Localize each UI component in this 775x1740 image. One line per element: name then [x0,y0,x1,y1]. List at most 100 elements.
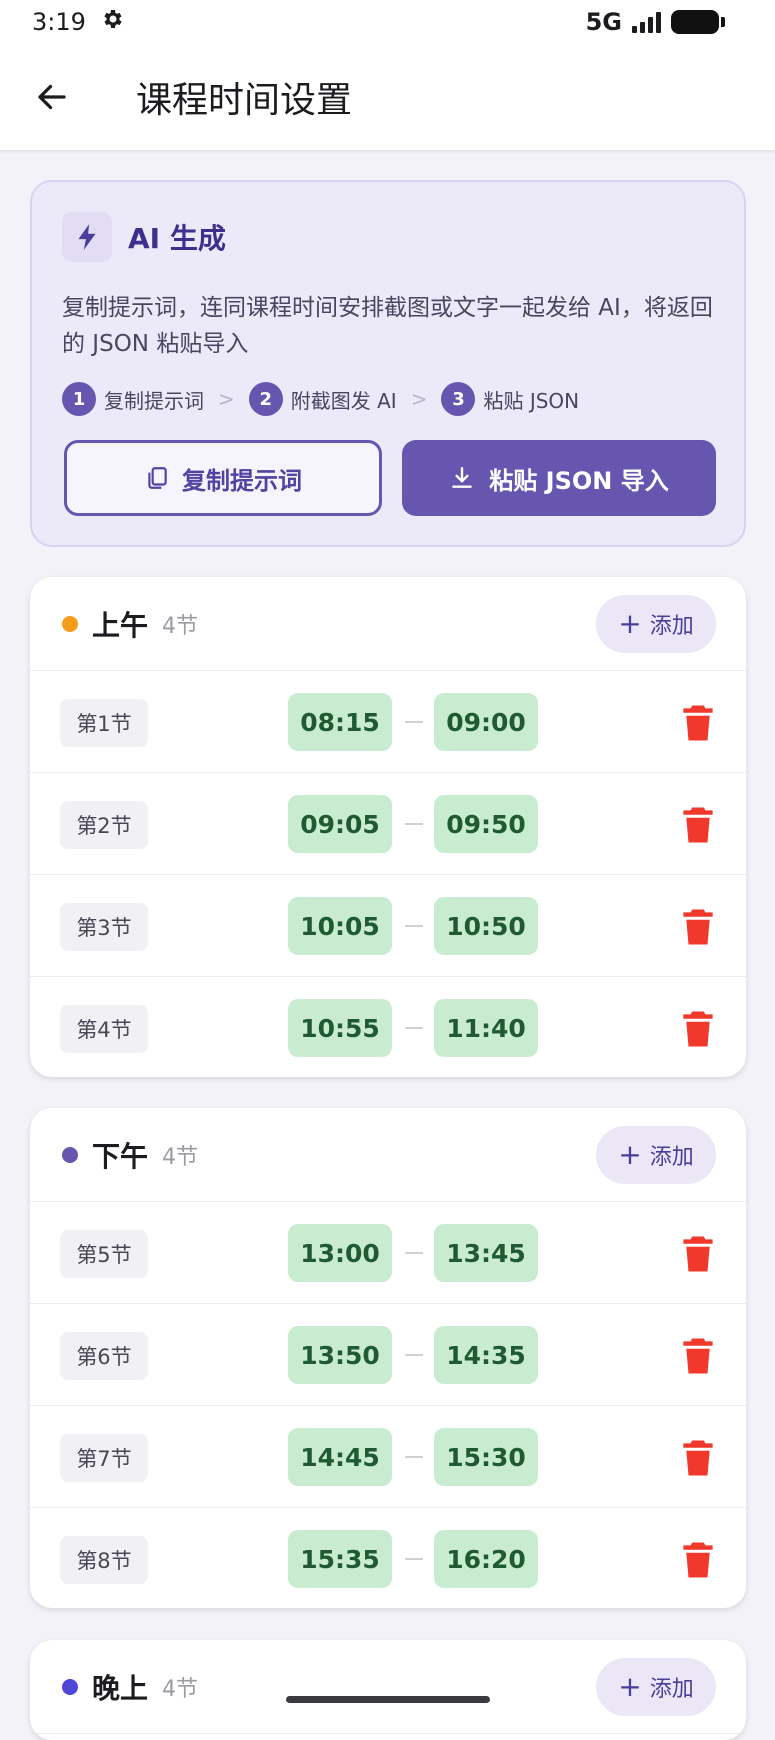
add-label: 添加 [649,1677,694,1702]
copy-prompt-label: 复制提示词 [182,466,302,495]
trash-icon[interactable] [680,1439,716,1477]
step-number: 2 [248,382,283,416]
time-separator [405,721,423,723]
period-label: 第8节 [60,1536,148,1584]
plus-icon: + [618,607,642,640]
ai-card-title: AI 生成 [128,222,226,255]
add-period-button[interactable]: + 添加 [596,1658,716,1716]
period-label: 第4节 [60,1005,148,1053]
end-time[interactable]: 15:30 [434,1428,538,1486]
start-time[interactable]: 09:05 [288,795,392,853]
chevron-right-icon: > [218,387,235,411]
status-bar: 3:19 5G [0,0,775,44]
download-icon [452,467,473,488]
end-time[interactable]: 09:00 [434,693,538,751]
start-time[interactable]: 10:05 [288,897,392,955]
end-time[interactable]: 14:35 [434,1326,538,1384]
app-bar: 课程时间设置 [0,44,775,150]
back-button[interactable] [22,67,82,127]
end-time[interactable]: 13:45 [434,1224,538,1282]
section-count: 4节 [162,613,199,639]
start-time[interactable]: 08:15 [288,693,392,751]
step-2: 2 附截图发 AI [248,382,397,416]
time-separator [405,1354,423,1356]
section-count: 4节 [162,1676,199,1702]
period-label: 第1节 [60,699,148,747]
section-morning: 上午 4节 + 添加 第1节 08:15 09:00 第2节 09:05 09:… [30,577,746,1077]
trash-icon[interactable] [680,1235,716,1273]
copy-prompt-button[interactable]: 复制提示词 [64,440,382,516]
period-row: 第4节 10:55 11:40 [30,977,746,1077]
step-3: 3 粘贴 JSON [441,382,579,416]
trash-icon[interactable] [680,1541,716,1579]
start-time[interactable]: 14:45 [288,1428,392,1486]
step-label: 粘贴 JSON [483,388,580,413]
time-separator [405,823,423,825]
trash-icon[interactable] [680,1010,716,1048]
chevron-right-icon: > [410,387,428,411]
end-time[interactable]: 11:40 [434,999,538,1057]
plus-icon: + [618,1670,642,1703]
settings-gear-icon [100,7,124,37]
trash-icon[interactable] [680,704,716,742]
add-period-button[interactable]: + 添加 [596,595,716,653]
ai-generate-card: AI 生成 复制提示词，连同课程时间安排截图或文字一起发给 AI，将返回的 JS… [30,180,746,547]
section-count: 4节 [162,1144,199,1170]
time-separator [405,1027,423,1029]
section-header: 下午 4节 + 添加 [30,1108,746,1202]
period-row: 第8节 15:35 16:20 [30,1508,746,1608]
start-time[interactable]: 15:35 [288,1530,392,1588]
start-time[interactable]: 10:55 [288,999,392,1057]
paste-json-label: 粘贴 JSON 导入 [489,466,669,495]
period-row: 第2节 09:05 09:50 [30,773,746,875]
section-afternoon: 下午 4节 + 添加 第5节 13:00 13:45 第6节 13:50 14:… [30,1108,746,1608]
section-header: 上午 4节 + 添加 [30,577,746,671]
period-label: 第3节 [60,903,148,951]
end-time[interactable]: 16:20 [434,1530,538,1588]
add-period-button[interactable]: + 添加 [596,1126,716,1184]
start-time[interactable]: 13:00 [288,1224,392,1282]
step-number: 3 [441,382,476,416]
period-label: 第2节 [60,801,148,849]
section-title: 下午 [92,1139,149,1173]
section-title: 上午 [92,608,149,642]
network-type: 5G [585,8,622,36]
paste-json-import-button[interactable]: 粘贴 JSON 导入 [402,440,716,516]
trash-icon[interactable] [680,806,716,844]
time-separator [405,1456,423,1458]
section-dot [62,1678,78,1695]
section-dot [62,615,78,632]
section-dot [62,1146,78,1163]
section-evening: 晚上 4节 + 添加 [30,1640,746,1740]
steps-indicator: 1 复制提示词 > 2 附截图发 AI > 3 粘贴 JSON [62,382,579,416]
trash-icon[interactable] [680,1337,716,1375]
add-label: 添加 [649,1145,694,1170]
trash-icon[interactable] [680,908,716,946]
period-row: 第3节 10:05 10:50 [30,875,746,977]
period-label: 第7节 [60,1434,148,1482]
time-separator [405,1558,423,1560]
signal-icon [632,11,661,33]
step-number: 1 [62,382,96,416]
period-row: 第6节 13:50 14:35 [30,1304,746,1406]
step-label: 复制提示词 [104,388,204,413]
ai-card-description: 复制提示词，连同课程时间安排截图或文字一起发给 AI，将返回的 JSON 粘贴导… [62,295,713,357]
start-time[interactable]: 13:50 [288,1326,392,1384]
end-time[interactable]: 09:50 [434,795,538,853]
plus-icon: + [618,1138,642,1171]
time-separator [405,925,423,927]
status-time: 3:19 [32,8,86,36]
section-title: 晚上 [92,1671,149,1705]
battery-icon [671,10,725,34]
period-label: 第5节 [60,1230,148,1278]
step-1: 1 复制提示词 [62,382,204,416]
step-label: 附截图发 AI [290,388,397,413]
time-separator [405,1252,423,1254]
period-row: 第7节 14:45 15:30 [30,1406,746,1508]
period-row: 第1节 08:15 09:00 [30,671,746,773]
page-title: 课程时间设置 [136,80,353,121]
home-indicator[interactable] [286,1696,490,1703]
end-time[interactable]: 10:50 [434,897,538,955]
arrow-left-icon [38,84,66,110]
add-label: 添加 [649,614,694,639]
